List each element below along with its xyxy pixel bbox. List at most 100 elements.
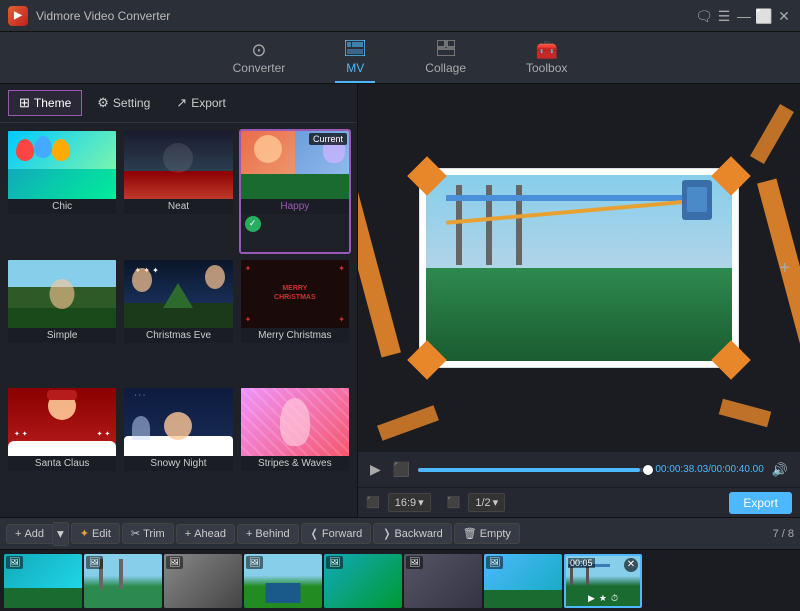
- theme-item-santa-claus[interactable]: ✦ ✦ ✦ ✦ Santa Claus: [6, 386, 118, 511]
- preview-frame: [419, 168, 739, 368]
- play-button[interactable]: ▶: [366, 459, 385, 480]
- trim-label: Trim: [143, 528, 165, 540]
- stop-button[interactable]: ⬛: [389, 459, 414, 480]
- film-image-icon-5: 🖼: [326, 556, 343, 569]
- edit-button[interactable]: ✦ Edit: [71, 523, 120, 544]
- theme-item-neat[interactable]: Neat: [122, 129, 234, 254]
- chat-icon[interactable]: 🗨: [696, 8, 712, 24]
- theme-item-stripes-waves[interactable]: Stripes & Waves: [239, 386, 351, 511]
- theme-thumb-santa-claus: ✦ ✦ ✦ ✦: [8, 388, 116, 456]
- subtab-setting[interactable]: ⚙ Setting: [86, 90, 161, 116]
- mv-icon: [345, 40, 365, 59]
- theme-label-christmas-eve: Christmas Eve: [124, 328, 232, 343]
- tab-converter-label: Converter: [233, 61, 286, 75]
- theme-item-merry-christmas[interactable]: MERRYCHRiSTMAS ✦ ✦ ✦ ✦ Merry Christmas: [239, 258, 351, 383]
- theme-item-christmas-eve[interactable]: ✦ ✦ ✦ Christmas Eve: [122, 258, 234, 383]
- behind-button[interactable]: + Behind: [237, 524, 299, 544]
- export-button[interactable]: Export: [729, 492, 792, 514]
- progress-fill: [418, 468, 639, 472]
- film-image-icon-4: 🖼: [246, 556, 263, 569]
- check-icon: ✓: [249, 218, 257, 229]
- subtab-theme[interactable]: ⊞ Theme: [8, 90, 82, 116]
- theme-label-stripes-waves: Stripes & Waves: [241, 456, 349, 471]
- film-item-7[interactable]: 🖼: [484, 554, 562, 608]
- theme-label-snowy-night: Snowy Night: [124, 456, 232, 471]
- tab-toolbox-label: Toolbox: [526, 61, 567, 75]
- clip-count-dropdown[interactable]: 1/2 ▾: [468, 493, 505, 512]
- theme-item-chic[interactable]: Chic: [6, 129, 118, 254]
- edit-icon: ✦: [80, 527, 89, 540]
- backward-icon: ❭: [382, 527, 391, 540]
- film-close-button-8[interactable]: ✕: [624, 558, 638, 572]
- ahead-button[interactable]: + Ahead: [176, 524, 235, 544]
- film-item-6[interactable]: 🖼: [404, 554, 482, 608]
- main-area: ⊞ Theme ⚙ Setting ↗ Export: [0, 84, 800, 517]
- backward-button[interactable]: ❭ Backward: [373, 523, 452, 544]
- film-item-4[interactable]: 🖼: [244, 554, 322, 608]
- film-item-8[interactable]: 00:05 ✕ ▶ ★ ⏱: [564, 554, 642, 608]
- ahead-label: Ahead: [194, 528, 226, 540]
- empty-button[interactable]: 🗑 Empty: [454, 523, 520, 544]
- forward-label: Forward: [322, 528, 362, 540]
- current-badge: Current: [309, 133, 347, 145]
- theme-label-happy: Happy: [241, 199, 349, 214]
- close-button[interactable]: ✕: [776, 8, 792, 24]
- theme-label-chic: Chic: [8, 199, 116, 214]
- theme-item-snowy-night[interactable]: · · · Snowy Night: [122, 386, 234, 511]
- aspect-ratio-dropdown[interactable]: 16:9 ▾: [388, 493, 431, 512]
- edit-label: Edit: [92, 528, 111, 540]
- theme-item-simple[interactable]: Simple: [6, 258, 118, 383]
- empty-icon: 🗑: [463, 527, 477, 540]
- empty-label: Empty: [480, 528, 511, 540]
- aspect-ratio-label: 16:9: [395, 497, 416, 509]
- tab-converter[interactable]: ⊙ Converter: [223, 35, 296, 83]
- film-item-3[interactable]: 🖼: [164, 554, 242, 608]
- forward-icon: ❬: [310, 527, 319, 540]
- progress-bar[interactable]: [418, 468, 651, 472]
- add-button[interactable]: + Add: [6, 524, 53, 544]
- film-image-icon-3: 🖼: [166, 556, 183, 569]
- film-image-icon-6: 🖼: [406, 556, 423, 569]
- trim-button[interactable]: ✂ Trim: [122, 523, 174, 544]
- progress-thumb: [643, 465, 653, 475]
- export-arrow-icon: ↗: [176, 95, 187, 111]
- aspect-icon: ⬛: [366, 496, 380, 509]
- app-title: Vidmore Video Converter: [36, 9, 696, 23]
- add-media-icon[interactable]: +: [779, 257, 790, 278]
- subtab-export[interactable]: ↗ Export: [165, 90, 237, 116]
- menu-icon[interactable]: ☰: [716, 8, 732, 24]
- film-item-2[interactable]: 🖼: [84, 554, 162, 608]
- volume-button[interactable]: 🔊: [768, 460, 792, 480]
- tab-toolbox[interactable]: 🧰 Toolbox: [516, 35, 577, 83]
- title-bar: ▶ Vidmore Video Converter 🗨 ☰ — ⬜ ✕: [0, 0, 800, 32]
- film-item-1[interactable]: 🖼: [4, 554, 82, 608]
- tab-collage[interactable]: Collage: [415, 34, 476, 83]
- aspect-dropdown-chevron: ▾: [418, 496, 424, 509]
- add-dropdown-button[interactable]: ▾: [53, 522, 69, 546]
- left-panel: ⊞ Theme ⚙ Setting ↗ Export: [0, 84, 358, 517]
- film-time-8: 00:05: [568, 558, 595, 568]
- forward-button[interactable]: ❬ Forward: [301, 523, 372, 544]
- film-image-icon-2: 🖼: [86, 556, 103, 569]
- app-logo: ▶: [8, 6, 28, 26]
- behind-icon: +: [246, 528, 252, 540]
- theme-item-happy[interactable]: Current ✓ Happy: [239, 129, 351, 254]
- theme-label-simple: Simple: [8, 328, 116, 343]
- video-preview: +: [358, 84, 800, 451]
- minimize-button[interactable]: —: [736, 8, 752, 24]
- film-bottom-icons-8: ▶ ★ ⏱: [566, 593, 640, 604]
- film-star-icon-8: ★: [599, 593, 607, 604]
- aspect-controls: ⬛ 16:9 ▾ ⬛ 1/2 ▾ Export: [358, 487, 800, 517]
- subtab-setting-label: Setting: [113, 96, 150, 110]
- toolbox-icon: 🧰: [535, 41, 557, 59]
- maximize-button[interactable]: ⬜: [756, 8, 772, 24]
- theme-thumb-stripes-waves: [241, 388, 349, 456]
- subtab-export-label: Export: [191, 96, 226, 110]
- right-panel: + ▶ ⬛ 00:00:38.03/00:00:40.00 🔊 ⬛ 16:9 ▾…: [358, 84, 800, 517]
- behind-label: Behind: [255, 528, 289, 540]
- setting-gear-icon: ⚙: [97, 95, 109, 111]
- film-item-5[interactable]: 🖼: [324, 554, 402, 608]
- tab-mv[interactable]: MV: [335, 34, 375, 83]
- theme-grid-icon: ⊞: [19, 95, 30, 111]
- add-label: Add: [24, 528, 44, 540]
